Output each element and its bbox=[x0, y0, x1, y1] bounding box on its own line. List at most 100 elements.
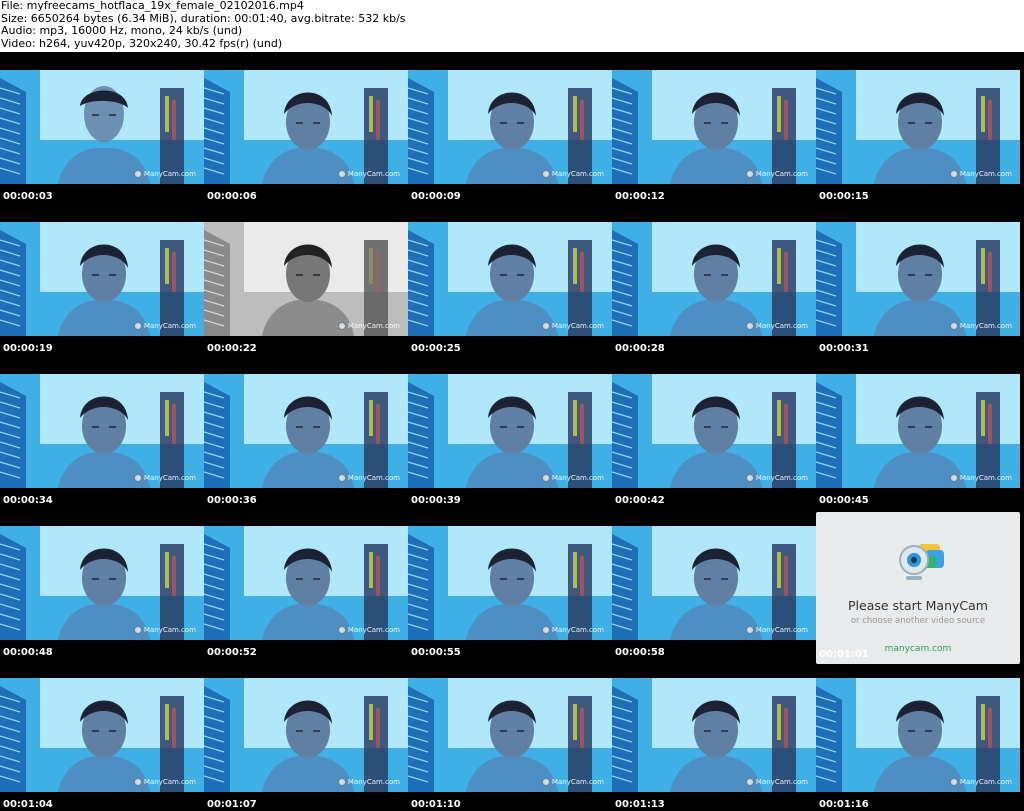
manycam-webcam-icon bbox=[899, 544, 944, 580]
frame-image: ManyCam.com bbox=[204, 70, 408, 184]
video-frame-thumbnail: ManyCam.com 00:00:58 bbox=[612, 508, 816, 660]
video-frame-thumbnail: ManyCam.com 00:00:45 bbox=[816, 356, 1020, 508]
manycam-logo-icon bbox=[949, 170, 958, 178]
watermark-text: ManyCam.com bbox=[755, 474, 808, 482]
frame-image: ManyCam.com bbox=[816, 222, 1020, 336]
frame-image: ManyCam.com bbox=[0, 374, 204, 488]
watermark-text: ManyCam.com bbox=[551, 474, 604, 482]
manycam-watermark: ManyCam.com bbox=[541, 626, 604, 634]
video-frame-thumbnail: ManyCam.com 00:00:28 bbox=[612, 204, 816, 356]
manycam-watermark: ManyCam.com bbox=[949, 322, 1012, 330]
frame-image: ManyCam.com bbox=[204, 526, 408, 640]
audio-info-line: Audio: mp3, 16000 Hz, mono, 24 kb/s (und… bbox=[1, 24, 243, 37]
video-frame-thumbnail: ManyCam.com 00:00:12 bbox=[612, 52, 816, 204]
manycam-watermark: ManyCam.com bbox=[133, 322, 196, 330]
frame-image: ManyCam.com bbox=[408, 526, 612, 640]
video-frame-thumbnail: ManyCam.com 00:01:13 bbox=[612, 660, 816, 811]
manycam-watermark: ManyCam.com bbox=[541, 778, 604, 786]
manycam-logo-icon bbox=[949, 322, 958, 330]
watermark-text: ManyCam.com bbox=[143, 322, 196, 330]
frame-timestamp: 00:01:10 bbox=[411, 799, 461, 810]
frame-image: ManyCam.com bbox=[612, 70, 816, 184]
frame-timestamp: 00:01:13 bbox=[615, 799, 665, 810]
frame-image: ManyCam.com bbox=[0, 70, 204, 184]
manycam-watermark: ManyCam.com bbox=[745, 778, 808, 786]
manycam-watermark: ManyCam.com bbox=[337, 778, 400, 786]
manycam-watermark: ManyCam.com bbox=[949, 778, 1012, 786]
video-frame-thumbnail: ManyCam.com 00:00:39 bbox=[408, 356, 612, 508]
frame-timestamp: 00:00:55 bbox=[411, 647, 461, 658]
manycam-watermark: ManyCam.com bbox=[745, 322, 808, 330]
manycam-watermark: ManyCam.com bbox=[133, 474, 196, 482]
frame-timestamp: 00:01:16 bbox=[819, 799, 869, 810]
watermark-text: ManyCam.com bbox=[143, 626, 196, 634]
watermark-text: ManyCam.com bbox=[959, 322, 1012, 330]
manycam-logo-icon bbox=[745, 170, 754, 178]
frame-timestamp: 00:00:28 bbox=[615, 343, 665, 354]
frame-timestamp: 00:00:39 bbox=[411, 495, 461, 506]
video-frame-thumbnail: ManyCam.com 00:01:16 bbox=[816, 660, 1020, 811]
frame-image: ManyCam.com bbox=[204, 222, 408, 336]
frame-timestamp: 00:00:09 bbox=[411, 191, 461, 202]
frame-timestamp: 00:00:12 bbox=[615, 191, 665, 202]
watermark-text: ManyCam.com bbox=[347, 778, 400, 786]
manycam-logo-icon bbox=[133, 626, 142, 634]
manycam-logo-icon bbox=[133, 170, 142, 178]
video-frame-thumbnail: ManyCam.com 00:00:09 bbox=[408, 52, 612, 204]
watermark-text: ManyCam.com bbox=[551, 626, 604, 634]
manycam-logo-icon bbox=[745, 322, 754, 330]
manycam-watermark: ManyCam.com bbox=[745, 170, 808, 178]
manycam-logo-icon bbox=[745, 778, 754, 786]
frame-timestamp: 00:00:19 bbox=[3, 343, 53, 354]
manycam-logo-icon bbox=[133, 474, 142, 482]
manycam-logo-icon bbox=[541, 778, 550, 786]
frame-image: ManyCam.com bbox=[408, 222, 612, 336]
watermark-text: ManyCam.com bbox=[959, 778, 1012, 786]
manycam-watermark: ManyCam.com bbox=[337, 626, 400, 634]
manycam-logo-icon bbox=[745, 626, 754, 634]
frame-image: ManyCam.com bbox=[612, 678, 816, 792]
video-frame-thumbnail: ManyCam.com 00:00:55 bbox=[408, 508, 612, 660]
watermark-text: ManyCam.com bbox=[551, 170, 604, 178]
frame-timestamp: 00:00:48 bbox=[3, 647, 53, 658]
thumbnail-grid: ManyCam.com 00:00:03 ManyCam.com 00:00:06 Ma… bbox=[0, 52, 1024, 811]
video-frame-thumbnail: ManyCam.com 00:00:22 bbox=[204, 204, 408, 356]
manycam-watermark: ManyCam.com bbox=[337, 170, 400, 178]
frame-timestamp: 00:00:45 bbox=[819, 495, 869, 506]
manycam-logo-icon bbox=[745, 474, 754, 482]
frame-timestamp: 00:00:34 bbox=[3, 495, 53, 506]
manycam-placeholder-frame: Please start ManyCam or choose another vi… bbox=[816, 512, 1020, 664]
video-frame-thumbnail: ManyCam.com 00:00:19 bbox=[0, 204, 204, 356]
manycam-logo-icon bbox=[949, 778, 958, 786]
manycam-watermark: ManyCam.com bbox=[541, 474, 604, 482]
watermark-text: ManyCam.com bbox=[143, 170, 196, 178]
video-frame-thumbnail: ManyCam.com 00:00:34 bbox=[0, 356, 204, 508]
watermark-text: ManyCam.com bbox=[143, 474, 196, 482]
frame-timestamp: 00:00:03 bbox=[3, 191, 53, 202]
video-frame-thumbnail: ManyCam.com 00:01:07 bbox=[204, 660, 408, 811]
frame-timestamp: 00:00:06 bbox=[207, 191, 257, 202]
manycam-logo-icon bbox=[541, 322, 550, 330]
video-frame-thumbnail: ManyCam.com 00:01:10 bbox=[408, 660, 612, 811]
manycam-message-title: Please start ManyCam bbox=[848, 598, 988, 613]
frame-image: ManyCam.com bbox=[0, 222, 204, 336]
file-name-line: File: myfreecams_hotflaca_19x_female_021… bbox=[1, 0, 304, 12]
frame-image: ManyCam.com bbox=[408, 374, 612, 488]
manycam-logo-icon bbox=[133, 322, 142, 330]
video-frame-thumbnail: ManyCam.com 00:00:36 bbox=[204, 356, 408, 508]
watermark-text: ManyCam.com bbox=[959, 474, 1012, 482]
manycam-logo-icon bbox=[949, 474, 958, 482]
video-frame-thumbnail: ManyCam.com 00:00:03 bbox=[0, 52, 204, 204]
manycam-logo-icon bbox=[541, 626, 550, 634]
frame-timestamp: 00:01:07 bbox=[207, 799, 257, 810]
watermark-text: ManyCam.com bbox=[347, 474, 400, 482]
manycam-watermark: ManyCam.com bbox=[745, 474, 808, 482]
video-frame-thumbnail: ManyCam.com 00:00:48 bbox=[0, 508, 204, 660]
manycam-logo-icon bbox=[541, 170, 550, 178]
frame-image: ManyCam.com bbox=[612, 374, 816, 488]
watermark-text: ManyCam.com bbox=[143, 778, 196, 786]
frame-timestamp: 00:00:36 bbox=[207, 495, 257, 506]
watermark-text: ManyCam.com bbox=[755, 778, 808, 786]
manycam-watermark: ManyCam.com bbox=[133, 778, 196, 786]
manycam-logo-icon bbox=[133, 778, 142, 786]
